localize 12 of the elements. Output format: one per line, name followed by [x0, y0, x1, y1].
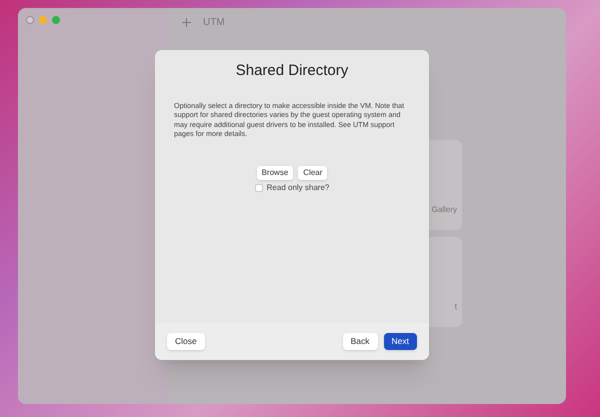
add-icon[interactable]: [182, 18, 191, 26]
dialog-button[interactable]: Browse: [256, 166, 294, 180]
card-label: t: [454, 301, 457, 313]
next-button[interactable]: Next: [384, 333, 417, 350]
dialog-button[interactable]: Back: [342, 333, 378, 350]
dialog-title: Shared Directory: [234, 61, 350, 81]
dialog-button[interactable]: Close: [167, 333, 205, 350]
dialog-button[interactable]: Clear: [298, 166, 328, 180]
window-title: UTM: [203, 16, 225, 30]
card-label: Gallery: [432, 204, 457, 216]
checkbox[interactable]: [254, 184, 263, 192]
checkbox-label: Read only share?: [266, 182, 330, 194]
